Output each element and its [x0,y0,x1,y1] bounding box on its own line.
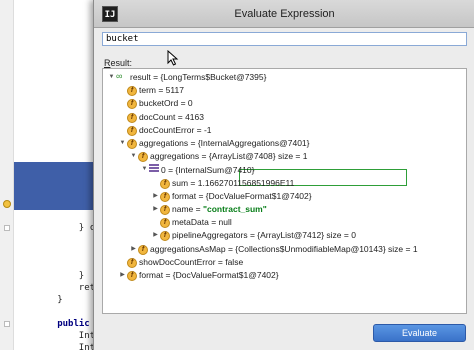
watch-result-icon: ∞ [116,71,123,81]
tree-node-label: format = {DocValueFormat$1@7402} [172,190,312,201]
expression-input[interactable]: bucket [102,32,467,46]
editor-gutter[interactable] [0,0,14,350]
dialog-titlebar[interactable]: IJ Evaluate Expression [94,0,474,28]
expand-down-icon[interactable]: ▼ [118,137,127,150]
tree-node[interactable]: f metaData = null [151,216,232,229]
field-icon: f [127,86,137,97]
field-icon: f [127,257,137,268]
fold-marker-icon[interactable] [4,321,10,327]
tree-node[interactable]: ▼ f aggregations = {InternalAggregations@7… [118,137,310,150]
tree-node[interactable]: f docCountError = -1 [118,124,212,137]
field-icon: f [160,205,170,215]
tree-node[interactable]: ▶ f format = {DocValueFormat$1@7402} [151,190,312,203]
field-icon: f [127,99,137,110]
field-icon: f [160,231,170,242]
array-element-icon [149,163,159,173]
field-icon: f [160,218,170,229]
tree-node[interactable]: f showDocCountError = false [118,256,243,269]
expand-right-icon[interactable]: ▶ [151,203,160,216]
tree-node-label: showDocCountError = false [139,256,244,267]
tree-node-label: format = {DocValueFormat$1@7402} [139,270,279,280]
tree-node-label: term = 5117 [139,85,184,96]
field-icon: f [127,112,137,123]
expand-down-icon[interactable]: ▼ [129,150,138,163]
evaluate-button[interactable]: Evaluate [373,324,466,342]
dialog-footer: Evaluate [94,318,474,350]
expand-down-icon[interactable]: ▼ [140,163,149,176]
expand-right-icon[interactable]: ▶ [151,190,160,203]
field-icon: f [127,271,137,281]
expand-right-icon[interactable]: ▶ [151,229,160,242]
tree-node-label: aggregations = {ArrayList@7408} size = 1 [150,151,308,162]
field-icon: f [127,125,137,136]
field-icon: f [160,191,170,202]
breakpoint-icon[interactable] [3,200,11,208]
tree-node[interactable]: f term = 5117 [118,84,184,97]
expand-down-icon[interactable]: ▼ [107,71,116,84]
field-icon: f [127,139,137,149]
tree-node[interactable]: f bucketOrd = 0 [118,97,193,110]
tree-node-label: metaData = null [172,217,232,228]
tree-node-label: aggregations = {InternalAggregations@740… [139,138,310,148]
fold-marker-icon[interactable] [4,225,10,231]
tree-node-label: docCount = 4163 [139,111,204,122]
result-tree[interactable]: ▼ ∞ result = {LongTerms$Bucket@7395} f term … [102,68,467,314]
dialog-title: Evaluate Expression [234,8,335,20]
tree-node-label: 0 = {InternalSum@7410} [161,165,255,176]
mouse-cursor-icon [167,50,179,66]
tree-node[interactable]: ▼ ∞ result = {LongTerms$Bucket@7395} [107,71,267,84]
field-icon: f [138,152,148,163]
tree-node[interactable]: f docCount = 4163 [118,111,204,124]
tree-node-label: name = [172,204,203,214]
expand-right-icon[interactable]: ▶ [118,269,127,282]
tree-node[interactable]: ▶ f aggregationsAsMap = {Collections$Unmod… [129,243,418,256]
tree-node[interactable]: f sum = 1.1662701156851996E11 [151,177,294,190]
tree-node-label: docCountError = -1 [139,124,212,135]
tree-node-label: aggregationsAsMap = {Collections$Unmodif… [150,243,418,254]
tree-node-label: sum = 1.1662701156851996E11 [172,177,295,188]
tree-node[interactable]: ▼ f aggregations = {ArrayList@7408} size =… [129,150,307,163]
tree-node-label: pipelineAggregators = {ArrayList@7412} s… [172,230,356,241]
field-icon: f [160,178,170,189]
result-label: Result: [104,58,133,68]
tree-node[interactable]: ▶ f name = "contract_sum" [151,203,267,216]
tree-node[interactable]: ▼ 0 = {InternalSum@7410} [140,163,254,176]
tree-node[interactable]: ▶ f pipelineAggregators = {ArrayList@7412}… [151,229,356,242]
tree-node-label: result = {LongTerms$Bucket@7395} [130,72,267,82]
string-value: "contract_sum" [202,204,267,214]
expand-right-icon[interactable]: ▶ [129,243,138,256]
evaluate-expression-dialog: IJ Evaluate Expression bucket Result: ▼ ∞… [93,0,474,350]
tree-node-label: bucketOrd = 0 [139,98,193,109]
tree-node[interactable]: ▶ f format = {DocValueFormat$1@7402} [118,269,279,282]
field-icon: f [138,244,148,255]
